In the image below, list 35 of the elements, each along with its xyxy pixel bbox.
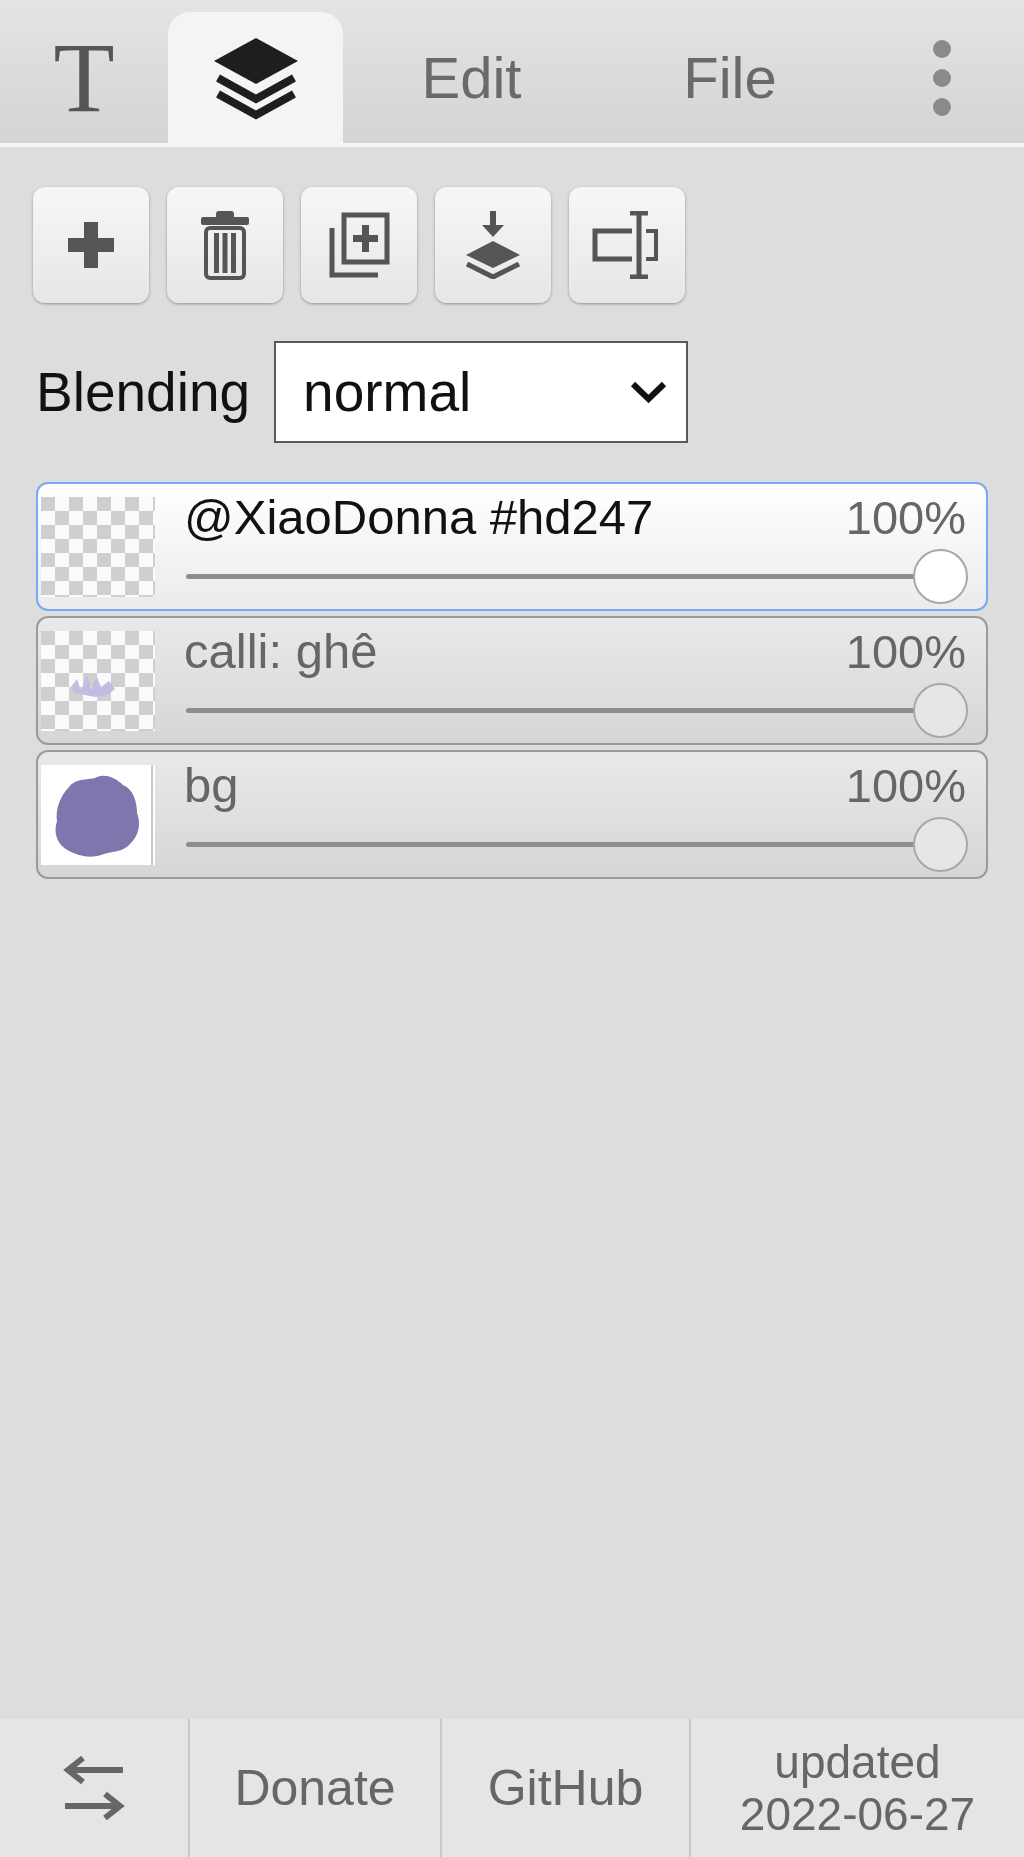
layer-row[interactable]: bg 100% <box>36 750 988 879</box>
toolbar-button[interactable] <box>167 187 283 303</box>
copy-plus-icon <box>328 212 390 278</box>
plus-icon <box>68 222 114 268</box>
opacity-slider[interactable] <box>186 816 968 872</box>
layer-name: @XiaoDonna #hd247 <box>184 489 654 545</box>
trash-icon <box>201 210 249 280</box>
menu-dots-icon <box>933 39 951 116</box>
toolbar-button[interactable] <box>569 187 685 303</box>
updated-date-text: updated 2022-06-27 <box>738 1736 977 1840</box>
swap-arrows-icon <box>61 1755 127 1821</box>
slider-thumb[interactable] <box>913 816 968 872</box>
opacity-value: 100% <box>845 757 966 813</box>
layers-tab[interactable] <box>168 12 343 143</box>
toolbar-button[interactable] <box>435 187 551 303</box>
layer-row[interactable]: calli: ghê 100% <box>36 616 988 745</box>
toolbar-button[interactable] <box>301 187 417 303</box>
slider-thumb[interactable] <box>913 548 968 604</box>
footer-link[interactable]: Donate <box>188 1719 440 1857</box>
slider-thumb[interactable] <box>913 682 968 738</box>
blending-label: Blending <box>36 360 251 424</box>
tab[interactable]: File <box>600 12 860 143</box>
chevron-down-icon <box>629 380 669 404</box>
blending-select[interactable]: normal <box>274 341 689 443</box>
toolbar-button[interactable] <box>33 187 149 303</box>
opacity-slider[interactable] <box>186 548 968 604</box>
layer-name: calli: ghê <box>184 623 378 679</box>
layer-name: bg <box>184 757 239 813</box>
tab[interactable]: T <box>0 12 168 143</box>
footer-link[interactable]: GitHub <box>440 1719 689 1857</box>
opacity-value: 100% <box>845 623 966 679</box>
opacity-slider[interactable] <box>186 682 968 738</box>
opacity-value: 100% <box>845 489 966 545</box>
tab[interactable]: Edit <box>343 12 600 143</box>
layer-row[interactable]: @XiaoDonna #hd247 100% <box>36 482 988 611</box>
